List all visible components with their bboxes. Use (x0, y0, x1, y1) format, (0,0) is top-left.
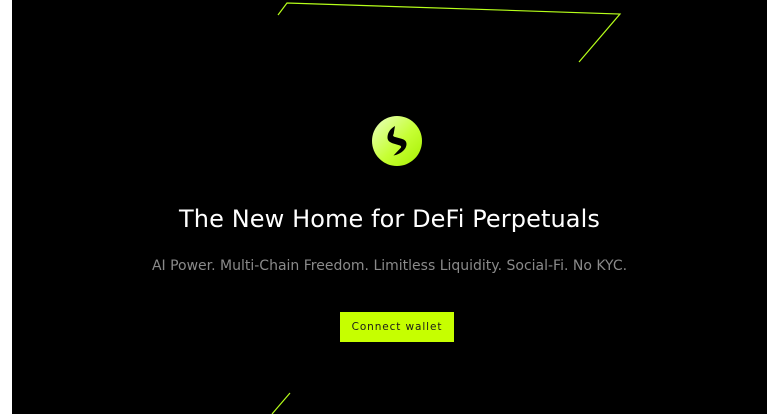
decor-line-top (277, 2, 622, 63)
connect-wallet-button[interactable]: Connect wallet (340, 312, 454, 342)
hero-section: The New Home for DeFi Perpetuals AI Powe… (12, 0, 767, 414)
decor-line-bottom (271, 392, 291, 414)
bolt-logo-icon (372, 116, 422, 166)
hero-headline: The New Home for DeFi Perpetuals (179, 205, 600, 233)
hero-subline: AI Power. Multi-Chain Freedom. Limitless… (151, 258, 628, 274)
